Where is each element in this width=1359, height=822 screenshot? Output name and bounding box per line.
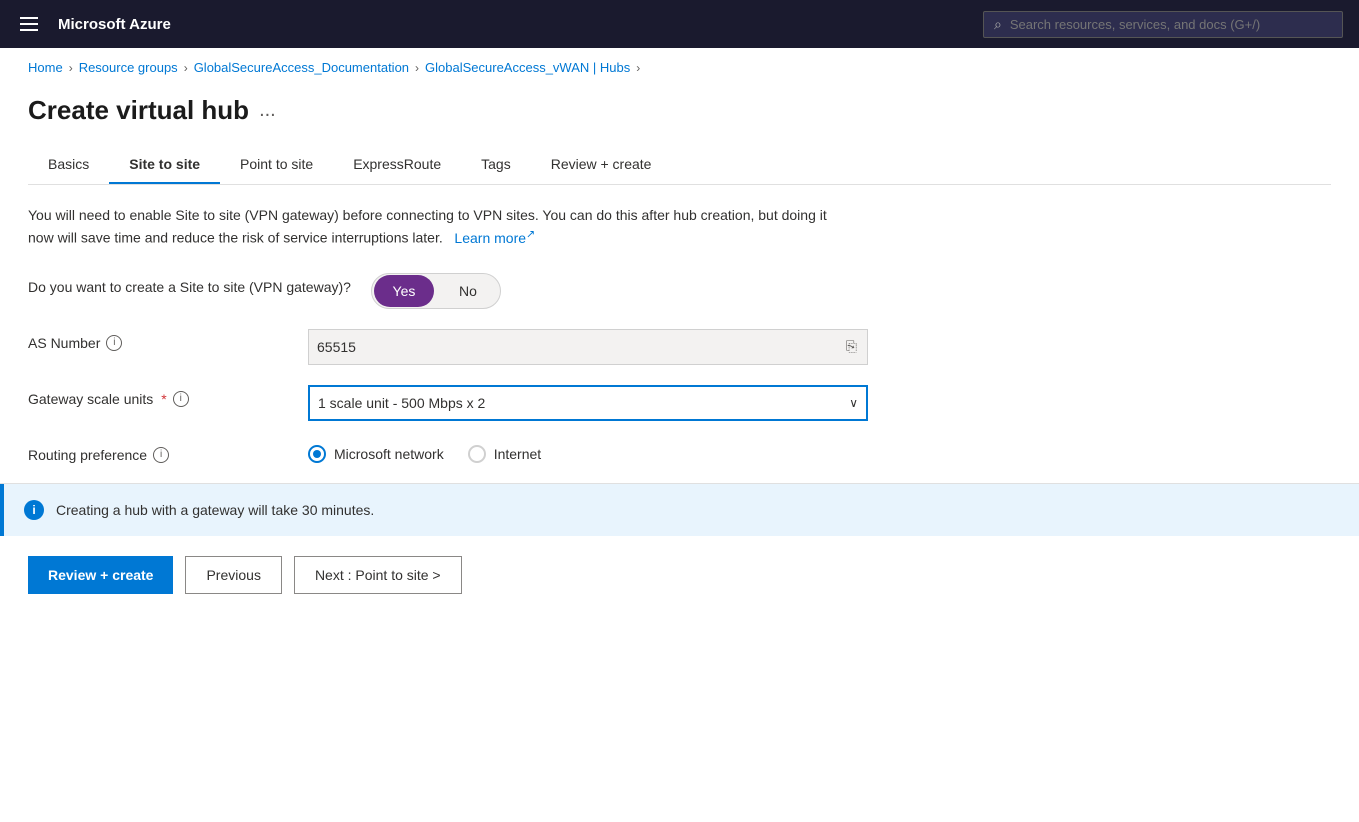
info-banner-icon: i <box>24 500 44 520</box>
gateway-scale-info-icon[interactable]: i <box>173 391 189 407</box>
breadcrumb-sep-3: › <box>415 61 419 75</box>
more-options-icon[interactable]: ... <box>259 99 276 122</box>
radio-internet-circle[interactable] <box>468 445 486 463</box>
as-number-label: AS Number i <box>28 329 288 351</box>
learn-more-link[interactable]: Learn more↗ <box>454 230 535 246</box>
breadcrumb-vwan-hubs[interactable]: GlobalSecureAccess_vWAN | Hubs <box>425 60 630 75</box>
toggle-yes[interactable]: Yes <box>374 275 434 307</box>
breadcrumb-sep-1: › <box>69 61 73 75</box>
previous-button[interactable]: Previous <box>185 556 281 594</box>
app-title: Microsoft Azure <box>58 16 967 33</box>
top-navigation-bar: Microsoft Azure ⌕ <box>0 0 1359 48</box>
routing-preference-options: Microsoft network Internet <box>308 441 541 463</box>
radio-internet-label: Internet <box>494 446 541 462</box>
copy-icon[interactable]: ⎘ <box>844 336 859 357</box>
routing-preference-info-icon[interactable]: i <box>153 447 169 463</box>
as-number-row: AS Number i ⎘ <box>28 329 928 365</box>
hamburger-menu[interactable] <box>16 13 42 35</box>
tab-expressroute[interactable]: ExpressRoute <box>333 146 461 184</box>
vpn-question-label: Do you want to create a Site to site (VP… <box>28 273 351 295</box>
breadcrumb: Home › Resource groups › GlobalSecureAcc… <box>0 48 1359 83</box>
next-button[interactable]: Next : Point to site > <box>294 556 462 594</box>
page-title: Create virtual hub <box>28 95 249 126</box>
gateway-scale-dropdown[interactable]: 1 scale unit - 500 Mbps x 2 ∨ <box>308 385 868 421</box>
breadcrumb-sep-4: › <box>636 61 640 75</box>
breadcrumb-resource-groups[interactable]: Resource groups <box>79 60 178 75</box>
gateway-scale-row: Gateway scale units * i 1 scale unit - 5… <box>28 385 928 421</box>
vpn-toggle[interactable]: Yes No <box>371 273 501 309</box>
info-banner: i Creating a hub with a gateway will tak… <box>0 484 1359 536</box>
chevron-down-icon: ∨ <box>849 396 858 410</box>
tab-review-create[interactable]: Review + create <box>531 146 672 184</box>
tab-tags[interactable]: Tags <box>461 146 531 184</box>
search-input[interactable] <box>1010 17 1332 32</box>
bottom-actions: Review + create Previous Next : Point to… <box>0 536 1359 614</box>
description-text: You will need to enable Site to site (VP… <box>28 205 848 249</box>
radio-microsoft-circle[interactable] <box>308 445 326 463</box>
breadcrumb-global-secure-access[interactable]: GlobalSecureAccess_Documentation <box>194 60 409 75</box>
radio-internet[interactable]: Internet <box>468 445 541 463</box>
form-section: Do you want to create a Site to site (VP… <box>28 273 928 463</box>
breadcrumb-sep-2: › <box>184 61 188 75</box>
search-icon: ⌕ <box>994 16 1002 33</box>
breadcrumb-home[interactable]: Home <box>28 60 63 75</box>
review-create-button[interactable]: Review + create <box>28 556 173 594</box>
required-star: * <box>161 391 166 407</box>
radio-microsoft-network[interactable]: Microsoft network <box>308 445 444 463</box>
gateway-scale-label: Gateway scale units * i <box>28 385 288 407</box>
radio-microsoft-label: Microsoft network <box>334 446 444 462</box>
vpn-toggle-row: Do you want to create a Site to site (VP… <box>28 273 928 309</box>
search-bar[interactable]: ⌕ <box>983 11 1343 38</box>
page-title-row: Create virtual hub ... <box>28 95 1331 126</box>
page-content: Create virtual hub ... Basics Site to si… <box>0 83 1359 463</box>
tabs-bar: Basics Site to site Point to site Expres… <box>28 146 1331 185</box>
as-number-input-wrapper: ⎘ <box>308 329 868 365</box>
external-link-icon: ↗ <box>526 228 535 240</box>
tab-site-to-site[interactable]: Site to site <box>109 146 220 184</box>
as-number-input[interactable] <box>317 339 840 355</box>
routing-preference-label: Routing preference i <box>28 441 288 463</box>
routing-preference-row: Routing preference i Microsoft network I… <box>28 441 928 463</box>
tab-point-to-site[interactable]: Point to site <box>220 146 333 184</box>
info-banner-text: Creating a hub with a gateway will take … <box>56 502 374 518</box>
tab-basics[interactable]: Basics <box>28 146 109 184</box>
gateway-scale-value: 1 scale unit - 500 Mbps x 2 <box>318 395 485 411</box>
as-number-info-icon[interactable]: i <box>106 335 122 351</box>
toggle-no[interactable]: No <box>436 273 500 309</box>
